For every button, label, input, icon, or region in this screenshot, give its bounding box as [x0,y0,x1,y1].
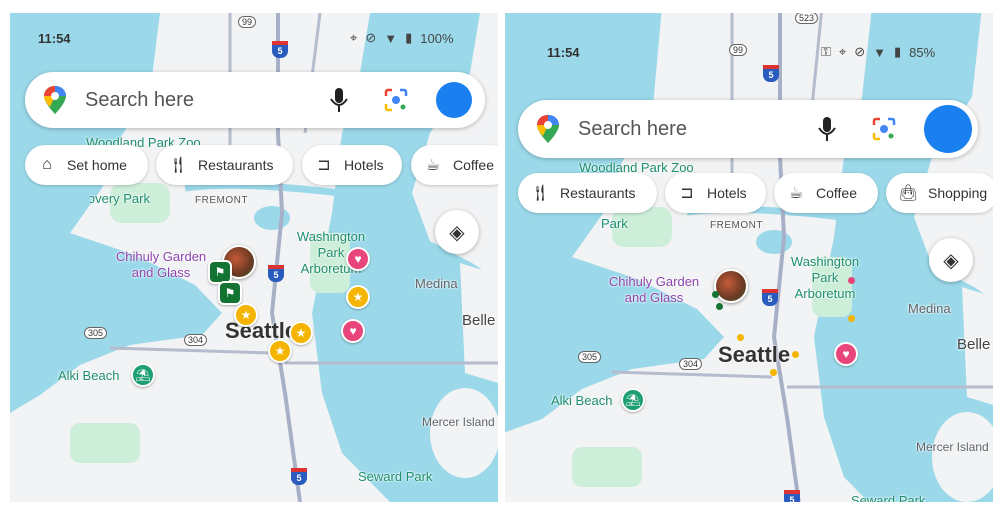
highway-shield: 305 [84,327,108,339]
heart-dot-marker[interactable] [848,277,855,284]
search-input[interactable]: Search here [578,118,816,141]
map-canvas[interactable] [505,13,993,502]
flag-dot-marker[interactable] [716,303,723,310]
interstate-shield: 5 [272,41,288,58]
vibrate-off-icon: ⊘ [365,30,377,45]
map-label-seward-park[interactable]: Seward Park [358,469,432,485]
chip-set-home[interactable]: ⌂ Set home [25,145,148,185]
battery-icon: ▮ [894,44,902,59]
restaurant-icon: 🍴︎ [168,157,189,174]
google-lens-icon[interactable] [384,88,408,112]
chip-coffee[interactable]: ☕︎ Coffee [411,145,498,185]
star-marker[interactable]: ★ [289,321,313,345]
status-time: 11:54 [38,31,71,46]
map-label-medina: Medina [908,301,951,316]
battery-icon: ▮ [405,30,413,45]
map-label-medina: Medina [415,276,458,291]
highway-shield: 305 [578,351,602,363]
map-label-alki-beach[interactable]: Alki Beach [58,368,119,384]
battery-level: 100% [420,30,454,46]
location-icon: ⌖ [838,44,847,59]
map-label-alki-beach[interactable]: Alki Beach [551,393,612,409]
coffee-icon: ☕︎ [425,157,441,174]
beach-marker[interactable]: ⛱ [131,363,155,387]
coffee-icon: ☕︎ [788,185,804,202]
map-label-bellevue: Belle [462,312,496,329]
battery-level: 85% [909,44,936,60]
highway-shield: 523 [795,13,819,24]
restaurant-icon: 🍴︎ [530,185,551,202]
chip-restaurants[interactable]: 🍴︎ Restaurants [518,173,657,213]
vibrate-off-icon: ⊘ [854,44,866,59]
google-lens-icon[interactable] [872,117,896,141]
map-label-mercer-island: Mercer Island [422,415,495,429]
google-maps-logo-icon [537,115,559,143]
map-label-fremont: FREMONT [195,195,248,206]
key-icon: ⚿ [821,44,831,59]
status-icons: ⌖ ⊘ ▼ ▮ 100% [350,30,454,46]
interstate-shield: 5 [762,289,778,306]
chip-coffee[interactable]: ☕︎ Coffee [774,173,878,213]
star-dot-marker[interactable] [737,334,744,341]
microphone-icon[interactable] [816,116,838,142]
google-maps-logo-icon [44,86,66,114]
layers-icon: ◈ [943,249,959,272]
heart-marker[interactable]: ♥ [341,319,365,343]
interstate-shield: 5 [268,265,284,282]
layers-icon: ◈ [449,221,465,244]
star-marker[interactable]: ★ [234,303,258,327]
map-label-chihuly-garden[interactable]: Chihuly Garden and Glass [108,249,214,281]
highway-shield: 99 [729,44,748,56]
heart-marker[interactable]: ♥ [834,342,858,366]
status-time: 11:54 [547,45,580,60]
place-photo-marker[interactable] [714,269,748,303]
wifi-icon: ▼ [873,44,887,60]
search-bar[interactable]: Search here [25,72,485,128]
layers-button[interactable]: ◈ [435,210,479,254]
account-avatar[interactable] [436,82,472,118]
highway-shield: 99 [238,16,257,28]
status-icons: ⚿ ⌖ ⊘ ▼ ▮ 85% [821,44,935,60]
account-avatar[interactable] [924,105,972,153]
home-icon: ⌂ [42,156,52,173]
highway-shield: 304 [679,358,703,370]
location-icon: ⌖ [350,30,358,45]
hotel-icon: ⊐ [680,185,694,202]
map-label-mercer-island: Mercer Island [916,440,989,454]
highway-shield: 304 [184,334,208,346]
map-label-fremont: FREMONT [710,220,763,231]
star-dot-marker[interactable] [848,315,855,322]
map-label-seward-park[interactable]: Seward Park [851,493,925,502]
interstate-shield: 5 [291,468,307,485]
map-label-seattle: Seattle [718,342,791,367]
chip-hotels[interactable]: ⊐ Hotels [302,145,402,185]
chip-restaurants[interactable]: 🍴︎ Restaurants [156,145,293,185]
hotel-icon: ⊐ [317,157,331,174]
flag-marker[interactable]: ⚑ [218,281,242,305]
interstate-shield: 5 [763,65,779,82]
star-dot-marker[interactable] [792,351,799,358]
chip-hotels[interactable]: ⊐ Hotels [665,173,766,213]
search-input[interactable]: Search here [85,89,328,112]
beach-marker[interactable]: ⛱ [621,388,645,412]
star-marker[interactable]: ★ [268,339,292,363]
map-label-park[interactable]: Park [601,216,628,232]
chip-shopping[interactable]: 👜︎ Shopping [886,173,993,213]
microphone-icon[interactable] [328,87,350,113]
shopping-bag-icon: 👜︎ [898,185,919,202]
heart-marker[interactable]: ♥ [346,247,370,271]
map-label-chihuly-garden[interactable]: Chihuly Garden and Glass [601,274,707,306]
maps-screen-right: 523 99 5 5 305 304 5 Woodland Park Zoo P… [505,13,993,502]
map-label-discovery-park[interactable]: Discovery Park [90,191,150,207]
star-dot-marker[interactable] [770,369,777,376]
search-bar[interactable]: Search here [518,100,978,158]
maps-screen-left: 99 5 5 305 304 5 Woodland Park Zoo Disco… [10,13,498,502]
layers-button[interactable]: ◈ [929,238,973,282]
interstate-shield: 5 [784,490,800,502]
wifi-icon: ▼ [384,30,398,46]
flag-dot-marker[interactable] [712,291,719,298]
map-label-bellevue: Belle [957,336,991,353]
star-marker[interactable]: ★ [346,285,370,309]
